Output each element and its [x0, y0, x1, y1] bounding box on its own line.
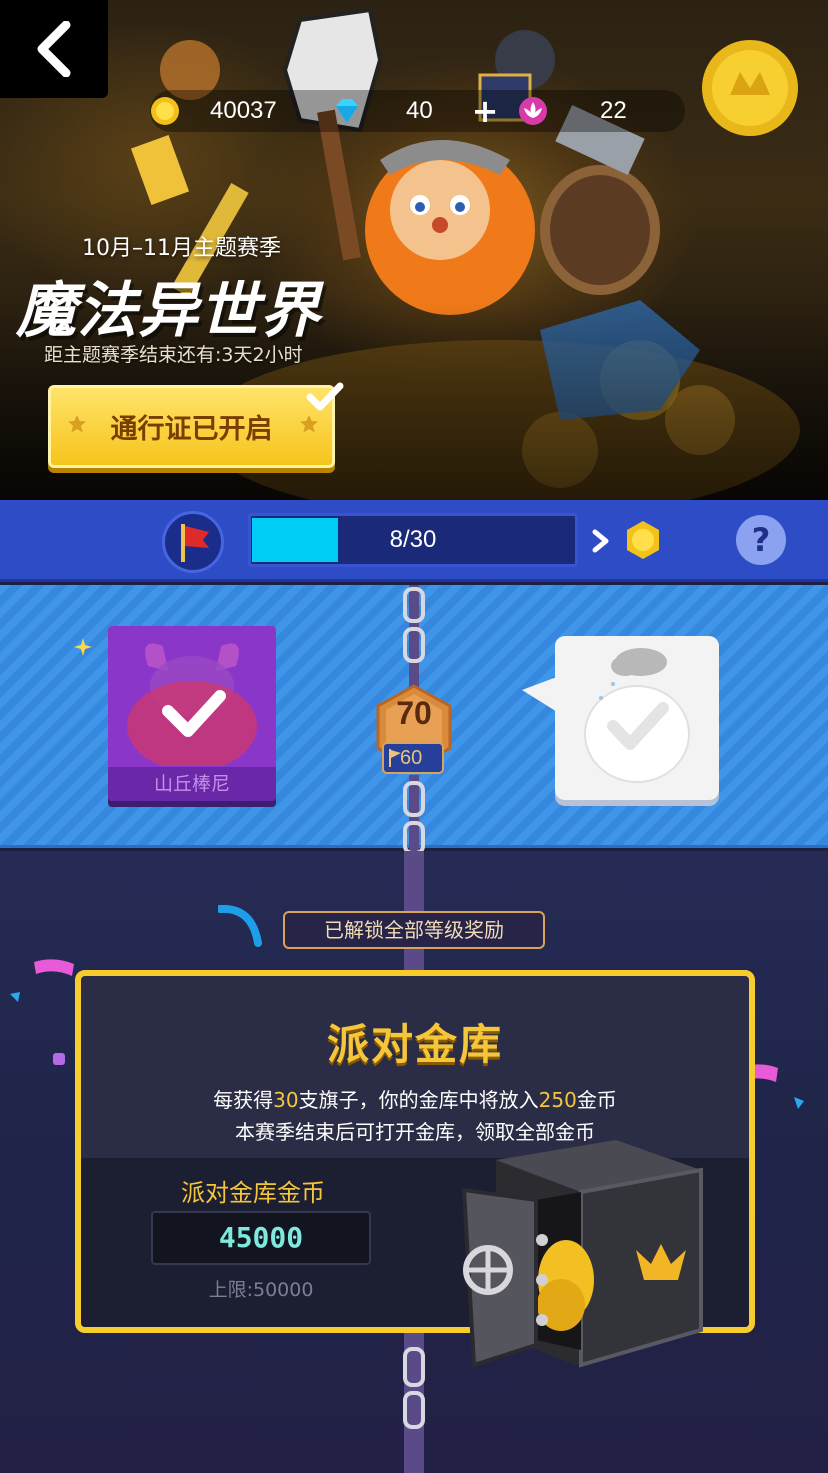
flag-requirement-value: 60: [400, 747, 423, 769]
level-number: 70: [396, 695, 432, 731]
diamond-icon: [336, 99, 358, 123]
confetti-icon: [10, 992, 20, 1002]
coin-icon: [627, 521, 659, 559]
help-button[interactable]: ?: [736, 515, 786, 565]
lotus-icon: [519, 97, 547, 125]
vault-title: 派对金库: [326, 1020, 503, 1069]
season-timer: 距主题赛季结束还有:3天2小时: [44, 344, 303, 366]
pass-enabled-button[interactable]: 通行证已开启: [48, 382, 344, 468]
pass-button-label: 通行证已开启: [110, 414, 273, 445]
chevron-right-icon: [592, 529, 609, 553]
star-icon: [68, 415, 86, 433]
red-flag-icon: [181, 524, 209, 562]
coin-icon: [151, 97, 179, 125]
season-title: 魔法异世界: [16, 276, 321, 346]
diamond-count: 40: [406, 97, 433, 124]
vault-safe-icon[interactable]: [456, 1140, 716, 1370]
flag-emblem: [162, 511, 224, 573]
reward-card-character[interactable]: 山丘棒尼: [108, 626, 276, 801]
season-subtitle: 10月–11月主题赛季: [82, 236, 281, 261]
add-currency-button[interactable]: +: [470, 94, 500, 128]
vault-coins-cap: 上限:50000: [208, 1279, 314, 1301]
vault-coins-value: 45000: [218, 1221, 304, 1254]
coin-count: 40037: [210, 97, 277, 124]
star-icon: [300, 415, 318, 433]
confetti-icon: [794, 1097, 804, 1109]
reward-card-name: 山丘棒尼: [108, 767, 276, 801]
all-rewards-unlocked-notice: 已解锁全部等级奖励: [283, 911, 545, 949]
vault-description-line1: 每获得30支旗子，你的金库中将放入250金币: [213, 1088, 617, 1112]
reward-card-emote[interactable]: [555, 636, 719, 800]
chain-icon: [403, 585, 425, 690]
vault-coins-label: 派对金库金币: [181, 1179, 325, 1207]
chevron-left-icon: [37, 21, 71, 77]
back-button[interactable]: [0, 0, 108, 98]
confetti-curl-icon: [218, 905, 262, 947]
confetti-icon: [53, 1053, 65, 1065]
check-icon: [306, 382, 344, 411]
sad-cloud-emote-icon: [584, 648, 690, 783]
lotus-count: 22: [600, 97, 627, 124]
confetti-icon: [34, 959, 74, 976]
chain-icon: [403, 1347, 425, 1429]
season-banner: 40037 40 + 22 10月–11月主题赛季 魔法异世界 距主题赛季结束还…: [0, 0, 828, 500]
sparkle-icon: [74, 638, 92, 656]
progress-text: 8/30: [389, 526, 437, 553]
viking-character-icon: [127, 643, 257, 766]
